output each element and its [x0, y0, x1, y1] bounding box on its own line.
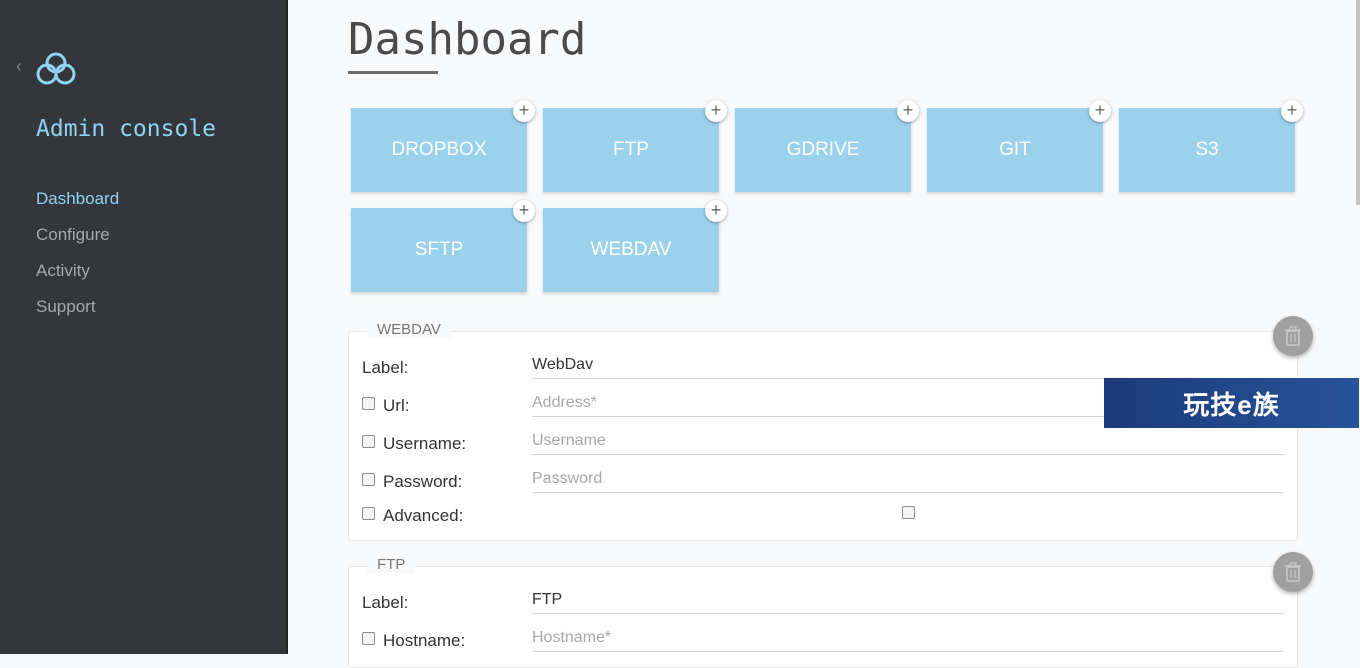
form-row-advanced: Advanced: — [349, 494, 1297, 532]
username-checkbox[interactable] — [362, 434, 375, 448]
form-legend: FTP — [367, 556, 416, 573]
chevron-left-icon[interactable]: ‹ — [16, 56, 22, 77]
advanced-label-checkbox[interactable] — [362, 506, 375, 520]
tile-label: WEBDAV — [590, 239, 672, 260]
sidebar-item-activity[interactable]: Activity — [36, 260, 119, 296]
form-row-password: Password: — [349, 460, 1297, 498]
tile-dropbox[interactable]: DROPBOX + — [351, 100, 535, 192]
form-row-label: Label: — [349, 581, 1297, 619]
ftp-form: FTP Label: Hostname: — [348, 556, 1298, 668]
tile-git[interactable]: GIT + — [927, 100, 1111, 192]
scrollbar-thumb[interactable] — [1356, 0, 1360, 205]
watermark-banner: 玩技e族 — [1104, 378, 1359, 428]
field-label: Url: — [383, 396, 410, 415]
form-legend: WEBDAV — [367, 321, 451, 338]
add-sftp-button[interactable]: + — [513, 200, 535, 222]
tile-s3[interactable]: S3 + — [1119, 100, 1303, 192]
hostname-checkbox[interactable] — [362, 631, 375, 645]
tile-label: GDRIVE — [786, 139, 860, 160]
tile-label: SFTP — [414, 239, 464, 260]
sidebar: ‹ Admin console Dashboard Configure Acti… — [0, 0, 288, 654]
trash-icon — [1285, 326, 1301, 346]
label-input[interactable] — [532, 352, 1284, 379]
add-webdav-button[interactable]: + — [705, 200, 727, 222]
tile-label: FTP — [613, 139, 649, 160]
tile-label: GIT — [999, 139, 1031, 160]
field-label: Password: — [383, 472, 463, 491]
form-row-hostname: Hostname: — [349, 619, 1297, 657]
webdav-form: WEBDAV Label: Url: Username: Password: A… — [348, 321, 1298, 541]
tile-gdrive[interactable]: GDRIVE + — [735, 100, 919, 192]
tile-label: S3 — [1195, 139, 1219, 160]
add-dropbox-button[interactable]: + — [513, 100, 535, 122]
cloud-logo-icon — [36, 52, 76, 85]
url-checkbox[interactable] — [362, 396, 375, 410]
advanced-checkbox[interactable] — [902, 506, 915, 519]
tile-label: DROPBOX — [391, 139, 487, 160]
field-label: Advanced: — [383, 506, 464, 525]
label-input[interactable] — [532, 587, 1284, 614]
add-git-button[interactable]: + — [1089, 100, 1111, 122]
field-label: Username: — [383, 434, 467, 453]
password-checkbox[interactable] — [362, 472, 375, 486]
field-label: Hostname: — [383, 631, 466, 650]
sidebar-nav: Dashboard Configure Activity Support — [36, 188, 119, 332]
hostname-input[interactable] — [532, 625, 1284, 652]
scrollbar[interactable] — [1356, 0, 1360, 654]
add-s3-button[interactable]: + — [1281, 100, 1303, 122]
username-input[interactable] — [532, 428, 1284, 455]
password-input[interactable] — [532, 466, 1284, 493]
delete-ftp-button[interactable] — [1273, 552, 1313, 592]
trash-icon — [1285, 562, 1301, 582]
delete-webdav-button[interactable] — [1273, 316, 1313, 356]
sidebar-item-dashboard[interactable]: Dashboard — [36, 188, 119, 224]
field-label: Label: — [362, 593, 409, 612]
title-underline — [348, 71, 438, 74]
sidebar-item-configure[interactable]: Configure — [36, 224, 119, 260]
tile-ftp[interactable]: FTP + — [543, 100, 727, 192]
brand-title: Admin console — [36, 116, 217, 142]
tile-webdav[interactable]: WEBDAV + — [543, 200, 727, 292]
field-label: Label: — [362, 358, 409, 377]
page-title: Dashboard — [348, 14, 587, 65]
add-gdrive-button[interactable]: + — [897, 100, 919, 122]
main-content: Dashboard DROPBOX + FTP + GDRIVE + GIT +… — [288, 0, 1356, 668]
sidebar-item-support[interactable]: Support — [36, 296, 119, 332]
add-ftp-button[interactable]: + — [705, 100, 727, 122]
tile-sftp[interactable]: SFTP + — [351, 200, 535, 292]
